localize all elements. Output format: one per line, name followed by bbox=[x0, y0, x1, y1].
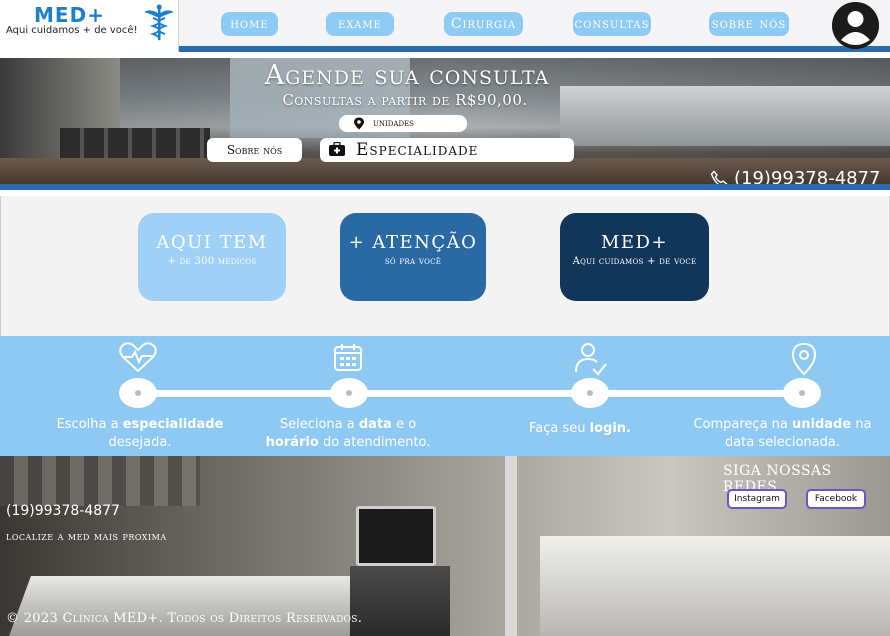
hero-banner: Agende sua consulta Consultas a partir d… bbox=[0, 58, 890, 190]
steps-section: Escolha a especialidade desejada. Seleci… bbox=[0, 336, 890, 456]
phone-icon bbox=[710, 170, 728, 184]
card-title: MED+ bbox=[600, 232, 669, 253]
logo-title: MED+ bbox=[34, 3, 105, 27]
steps-timeline bbox=[138, 390, 804, 397]
site-footer: SIGA NOSSAS REDES Instagram Facebook (19… bbox=[0, 456, 890, 636]
card-title: + ATENÇÃO bbox=[348, 232, 478, 253]
heart-pulse-icon bbox=[119, 342, 157, 373]
copyright: © 2023 Clínica MED+. Todos os Direitos R… bbox=[6, 611, 363, 626]
card-subtitle: + de 300 médicos bbox=[167, 256, 257, 267]
card-subtitle: Aqui cuidamos + de voce bbox=[572, 256, 697, 267]
especialidade-select[interactable]: Especialidade bbox=[320, 138, 574, 162]
footer-phone[interactable]: (19)99378-4877 bbox=[6, 503, 120, 519]
caduceus-icon bbox=[144, 4, 174, 41]
facebook-button[interactable]: Facebook bbox=[806, 489, 866, 509]
unidades-button[interactable]: unidades bbox=[339, 115, 467, 132]
location-pin-icon bbox=[354, 117, 364, 130]
calendar-icon bbox=[334, 344, 362, 371]
hero-phone-number: (19)99378-4877 bbox=[734, 168, 881, 189]
step-node-2 bbox=[330, 378, 368, 408]
nav-consultas[interactable]: consultas bbox=[573, 12, 651, 36]
logo[interactable]: MED+ Aqui cuidamos + de você! bbox=[0, 0, 179, 52]
highlights-section: AQUI TEM + de 300 médicos + ATENÇÃO só p… bbox=[0, 196, 890, 336]
step-text-3: Faça seu login. bbox=[529, 421, 631, 436]
unidades-label: unidades bbox=[373, 118, 414, 129]
hero-title: Agende sua consulta bbox=[264, 60, 550, 91]
user-avatar[interactable] bbox=[832, 2, 879, 49]
hero-phone[interactable]: (19)99378-4877 bbox=[710, 168, 881, 189]
nav-sobre-nos[interactable]: sobre nós bbox=[709, 12, 789, 36]
nav-cirurgia[interactable]: Cirurgia bbox=[444, 12, 523, 36]
step-text-4: Compareça na unidade na data selecionada… bbox=[693, 417, 872, 450]
sobre-nos-button[interactable]: Sobre nós bbox=[207, 138, 302, 162]
especialidade-label: Especialidade bbox=[356, 140, 479, 160]
localize-link[interactable]: localize a med mais proxima bbox=[6, 530, 167, 543]
step-text-2: Seleciona a data e o horário do atendime… bbox=[265, 417, 431, 450]
step-text-1: Escolha a especialidade desejada. bbox=[56, 417, 224, 450]
card-atencao: + ATENÇÃO só pra você bbox=[340, 213, 486, 301]
nav-exame[interactable]: exame bbox=[326, 12, 394, 36]
card-med-plus: MED+ Aqui cuidamos + de voce bbox=[560, 213, 709, 301]
logo-subtitle: Aqui cuidamos + de você! bbox=[6, 25, 138, 36]
card-subtitle: só pra você bbox=[384, 256, 442, 267]
user-icon bbox=[832, 2, 879, 49]
step-node-4 bbox=[783, 378, 821, 408]
step-node-1 bbox=[119, 378, 157, 408]
site-header: MED+ Aqui cuidamos + de você! home exame… bbox=[0, 0, 890, 52]
location-pin-icon bbox=[791, 342, 817, 376]
user-check-icon bbox=[575, 343, 607, 376]
card-title: AQUI TEM bbox=[156, 232, 268, 253]
instagram-button[interactable]: Instagram bbox=[727, 489, 787, 509]
step-node-3 bbox=[571, 378, 609, 408]
card-aqui-tem: AQUI TEM + de 300 médicos bbox=[138, 213, 286, 301]
hero-subtitle: Consultas a partir de R$90,00. bbox=[282, 91, 528, 109]
medical-kit-icon bbox=[329, 142, 345, 156]
nav-home[interactable]: home bbox=[221, 12, 278, 36]
